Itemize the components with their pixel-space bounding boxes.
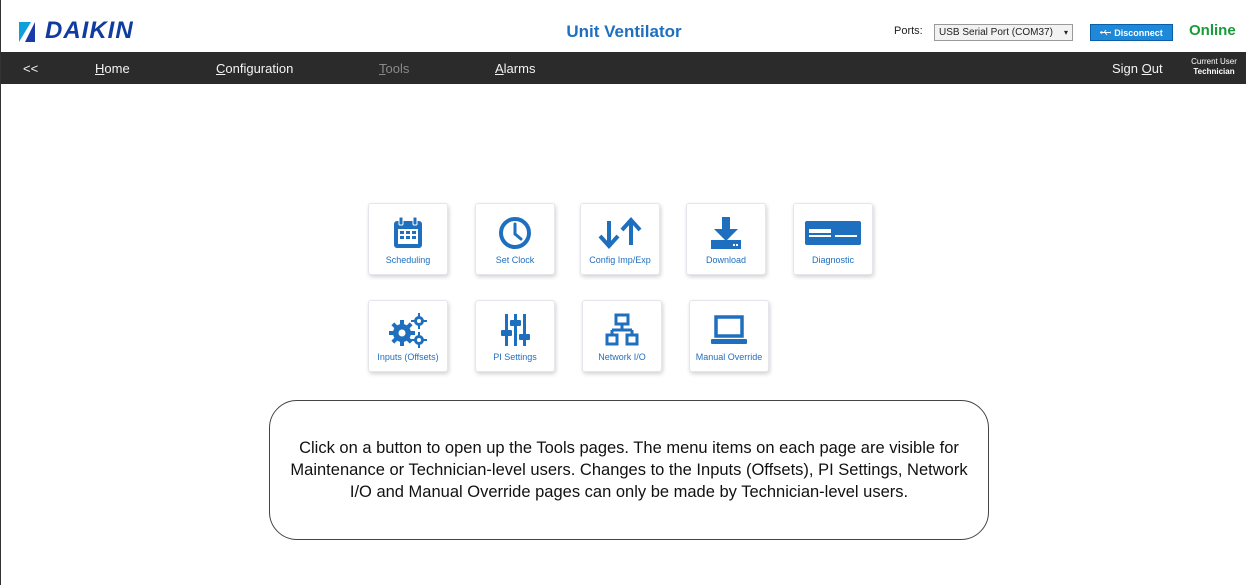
port-select[interactable]: USB Serial Port (COM37) ▾ [934, 24, 1073, 41]
nav-alarms-rest: larms [503, 61, 536, 76]
nav-sign-out-rest: ut [1151, 61, 1163, 76]
config-imp-exp-button[interactable]: Config Imp/Exp [580, 203, 660, 275]
nav-alarms[interactable]: Alarms [495, 61, 535, 76]
nav-tools-rest: ools [385, 61, 410, 76]
chevron-down-icon: ▾ [1063, 28, 1068, 37]
daikin-logo: DAIKIN [19, 17, 134, 44]
scheduling-label: Scheduling [385, 255, 431, 265]
nav-configuration[interactable]: Configuration [216, 61, 293, 76]
scheduling-button[interactable]: Scheduling [368, 203, 448, 275]
app-window: DAIKIN Unit Ventilator Ports: USB Serial… [0, 0, 1246, 585]
inputs-offsets-button[interactable]: Inputs (Offsets) [368, 300, 448, 372]
download-label: Download [705, 255, 747, 265]
nav-home[interactable]: Home [95, 61, 130, 76]
laptop-icon [711, 315, 747, 344]
pi-settings-button[interactable]: PI Settings [475, 300, 555, 372]
download-icon [711, 217, 741, 249]
daikin-logo-mark [19, 20, 43, 42]
current-user-value: Technician [1193, 67, 1235, 76]
nav-sign-out-part: Sign [1112, 61, 1142, 76]
help-callout-text: Click on a button to open up the Tools p… [290, 439, 968, 501]
brand-name: DAIKIN [45, 17, 134, 44]
nav-home-rest: ome [104, 61, 130, 76]
diagnostic-button[interactable]: Diagnostic [793, 203, 873, 275]
nav-configuration-rest: onfiguration [225, 61, 294, 76]
calendar-icon [394, 216, 422, 248]
nav-bar: << Home Configuration Tools Alarms Sign … [1, 52, 1246, 84]
pi-settings-label: PI Settings [493, 352, 537, 362]
connection-status: Online [1189, 22, 1236, 39]
inputs-offsets-label: Inputs (Offsets) [377, 352, 439, 362]
config-imp-exp-label: Config Imp/Exp [589, 255, 651, 265]
gears-icon [389, 313, 427, 348]
nav-sign-out[interactable]: Sign Out [1112, 61, 1163, 76]
import-export-icon [598, 217, 642, 249]
nav-back[interactable]: << [23, 61, 38, 76]
usb-icon [1100, 29, 1112, 36]
ports-label: Ports: [894, 25, 923, 37]
diagnostic-label: Diagnostic [811, 255, 855, 265]
manual-override-button[interactable]: Manual Override [689, 300, 769, 372]
port-select-value: USB Serial Port (COM37) [939, 27, 1053, 38]
disconnect-button[interactable]: Disconnect [1090, 24, 1173, 41]
nav-tools[interactable]: Tools [379, 61, 409, 76]
help-callout: Click on a button to open up the Tools p… [269, 400, 989, 540]
clock-icon [499, 217, 531, 249]
network-icon [605, 313, 639, 346]
download-button[interactable]: Download [686, 203, 766, 275]
manual-override-label: Manual Override [695, 352, 763, 362]
network-io-button[interactable]: Network I/O [582, 300, 662, 372]
header-bar: DAIKIN Unit Ventilator Ports: USB Serial… [1, 0, 1246, 52]
current-user: Current User Technician [1183, 57, 1245, 77]
disconnect-label: Disconnect [1114, 27, 1163, 38]
network-io-label: Network I/O [598, 352, 646, 362]
current-user-label: Current User [1191, 57, 1237, 66]
sliders-icon [501, 314, 530, 346]
set-clock-label: Set Clock [495, 255, 535, 265]
diagnostic-icon [805, 221, 861, 245]
set-clock-button[interactable]: Set Clock [475, 203, 555, 275]
